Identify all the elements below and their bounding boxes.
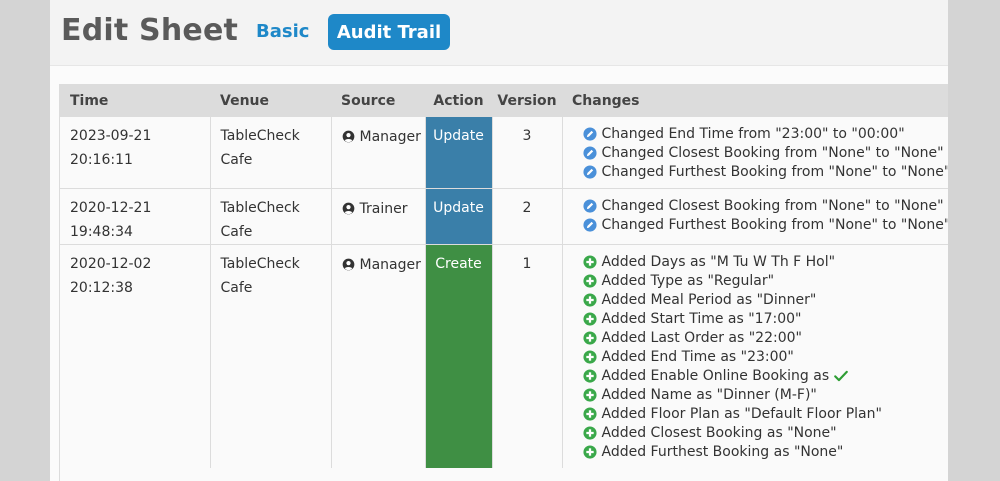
cell-venue: TableCheck Cafe (210, 244, 332, 468)
cell-source: Manager (331, 244, 426, 468)
venue-line: TableCheck (220, 200, 300, 216)
change-text: Changed Furthest Booking from "None" to … (601, 163, 949, 180)
change-text: Changed Furthest Booking from "None" to … (601, 216, 949, 233)
cell-action-update: Update (425, 188, 493, 245)
time-date: 2020-12-21 (70, 200, 152, 216)
column-header-version[interactable]: Version (492, 85, 562, 117)
time-date: 2023-09-21 (70, 128, 152, 144)
action-label: Update (433, 200, 484, 216)
page-title: Edit Sheet (61, 13, 239, 48)
plus-circle-icon (582, 330, 602, 345)
cell-changes: Added Days as "M Tu W Th F Hol" Added Typ… (562, 244, 948, 468)
edit-sheet-panel: Edit Sheet Basic Audit Trail Time Venue … (50, 0, 948, 481)
column-header-action[interactable]: Action (425, 85, 492, 117)
change-item: Changed Furthest Booking from "None" to … (582, 215, 948, 234)
time-date: 2020-12-02 (70, 256, 152, 272)
cell-version: 1 (492, 244, 563, 468)
cell-action-create: Create (425, 244, 493, 468)
plus-circle-icon (582, 273, 602, 288)
source-label: Trainer (359, 201, 408, 217)
change-text: Added Furthest Booking as "None" (601, 443, 844, 460)
plus-circle-icon (582, 292, 602, 307)
table-row: 2023-09-21 20:16:11 TableCheck Cafe Manager U… (60, 116, 948, 189)
cell-version: 2 (492, 188, 563, 245)
column-header-source[interactable]: Source (331, 85, 425, 117)
source-label: Manager (359, 129, 421, 145)
page-header: Edit Sheet Basic Audit Trail (50, 0, 948, 66)
plus-circle-icon (582, 387, 602, 402)
user-icon (342, 257, 360, 273)
plus-circle-icon (582, 254, 602, 269)
audit-trail-table: Time Venue Source Action Version Changes… (59, 84, 948, 481)
cell-source: Manager (331, 116, 426, 189)
cell-venue: TableCheck Cafe (210, 188, 332, 245)
action-label: Create (435, 256, 482, 272)
tab-audit-trail[interactable]: Audit Trail (328, 14, 450, 50)
time-clock: 20:12:38 (70, 280, 133, 296)
plus-circle-icon (582, 368, 602, 383)
venue-line: Cafe (220, 280, 253, 296)
edit-icon (582, 145, 602, 160)
cell-source: Trainer (331, 188, 426, 245)
edit-icon (582, 164, 602, 179)
venue-line: Cafe (220, 224, 253, 240)
column-header-venue[interactable]: Venue (210, 85, 331, 117)
cell-version: 3 (492, 116, 563, 189)
checkmark-icon (829, 369, 853, 383)
edit-icon (582, 126, 602, 141)
user-icon (342, 201, 360, 217)
plus-circle-icon (582, 349, 602, 364)
cell-time: 2020-12-02 20:12:38 (60, 244, 211, 468)
cell-changes: Changed Closest Booking from "None" to "… (562, 188, 948, 245)
table-row: 2020-12-02 20:12:38 TableCheck Cafe Manager C… (60, 244, 948, 468)
venue-line: Cafe (220, 152, 253, 168)
version-number: 2 (522, 200, 532, 216)
plus-circle-icon (582, 444, 602, 459)
column-header-changes[interactable]: Changes (562, 85, 948, 117)
plus-circle-icon (582, 311, 602, 326)
cell-venue: TableCheck Cafe (210, 116, 332, 189)
table-row: 2020-12-21 19:48:34 TableCheck Cafe Trainer U… (60, 188, 948, 245)
plus-circle-icon (582, 406, 602, 421)
user-icon (342, 129, 360, 145)
plus-circle-icon (582, 425, 602, 440)
cell-time: 2020-12-21 19:48:34 (60, 188, 211, 245)
venue-line: TableCheck (220, 256, 300, 272)
cell-action-update: Update (425, 116, 493, 189)
source-label: Manager (359, 257, 421, 273)
tab-basic[interactable]: Basic (256, 21, 309, 42)
time-clock: 20:16:11 (70, 152, 133, 168)
action-label: Update (433, 128, 484, 144)
table-header-row: Time Venue Source Action Version Changes (60, 85, 948, 117)
column-header-time[interactable]: Time (60, 85, 210, 117)
venue-line: TableCheck (220, 128, 300, 144)
cell-time: 2023-09-21 20:16:11 (60, 116, 211, 189)
time-clock: 19:48:34 (70, 224, 133, 240)
version-number: 3 (522, 128, 532, 144)
edit-icon (582, 217, 602, 232)
version-number: 1 (522, 256, 532, 272)
change-item: Changed Furthest Booking from "None" to … (582, 162, 948, 181)
edit-icon (582, 198, 602, 213)
change-item: Added Furthest Booking as "None" (582, 442, 939, 461)
cell-changes: Changed End Time from "23:00" to "00:00"… (562, 116, 948, 189)
